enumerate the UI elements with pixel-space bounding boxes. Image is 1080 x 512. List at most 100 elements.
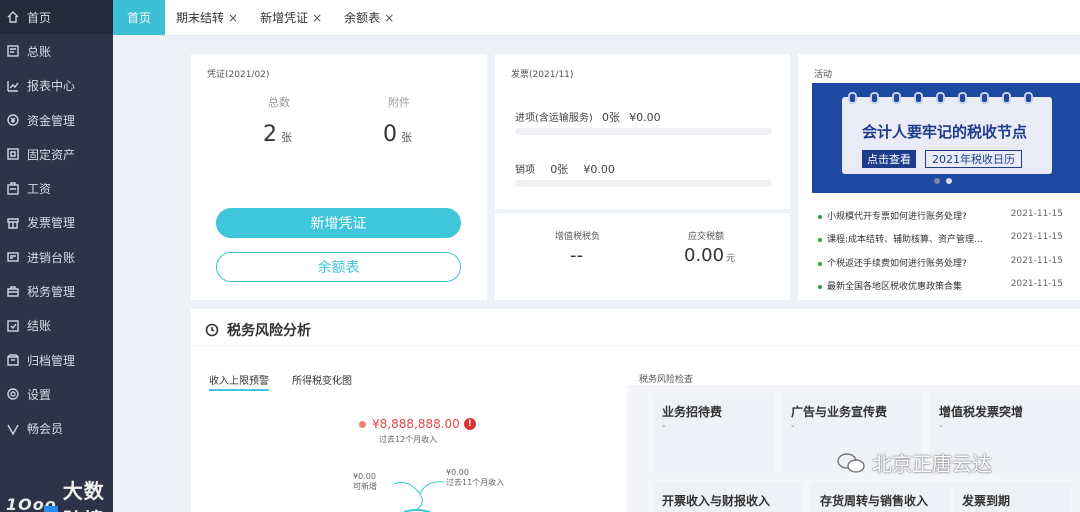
revenue-gauge-chart: [393, 481, 445, 512]
invoice-input-label: 进项(含运输服务): [515, 113, 593, 124]
tab-home[interactable]: 首页: [113, 0, 166, 35]
tab-new-voucher[interactable]: 新增凭证 ×: [249, 0, 333, 35]
invoice-input-amount: ¥0.00: [629, 111, 661, 124]
sidebar-item-home[interactable]: 首页: [0, 0, 113, 35]
invoice-icon: [5, 215, 21, 231]
close-icon[interactable]: ×: [312, 11, 322, 25]
tab-bar: 首页 期末结转 × 新增凭证 × 余额表 ×: [113, 0, 1080, 36]
activity-title: 活动: [814, 70, 833, 80]
news-text: 小规模代开专票如何进行账务处理?: [827, 212, 967, 222]
new-voucher-button[interactable]: 新增凭证: [216, 208, 461, 238]
risk-check-card[interactable]: 开票收入与财报收入: [653, 482, 803, 512]
salary-icon: [5, 181, 21, 197]
calendar-ring-icon: [1002, 92, 1011, 104]
invoice-output-row: 销项 0张 ¥0.00: [515, 161, 615, 177]
tax-risk-header: 税务风险分析: [205, 320, 311, 340]
sidebar-accent: [44, 506, 58, 512]
news-item[interactable]: 小规模代开专票如何进行账务处理? 2021-11-15: [818, 209, 1073, 222]
revenue-limit-amount: ¥8,888,888.00: [372, 417, 460, 431]
risk-check-title: 广告与业务宣传费: [791, 405, 888, 419]
invoice-output-bar: [515, 180, 772, 187]
banner-calendar-button[interactable]: 2021年税收日历: [925, 150, 1022, 168]
sidebar-item-label: 税务管理: [27, 285, 76, 300]
news-item[interactable]: 课程:成本结转、辅助核算、资产管理... 2021-11-15: [818, 232, 1073, 245]
sidebar-item-assets[interactable]: 固定资产: [0, 137, 113, 171]
tab-balance-sheet[interactable]: 余额表 ×: [333, 0, 405, 35]
activity-banner[interactable]: 会计人要牢记的税收节点 点击查看 2021年税收日历: [812, 83, 1080, 193]
tab-label: 新增凭证: [260, 11, 309, 25]
tax-risk-title: 税务风险分析: [227, 323, 311, 339]
carousel-dot-active[interactable]: [934, 178, 940, 184]
tax-payable-label: 应交税额: [688, 232, 725, 242]
calendar-ring-icon: [892, 92, 901, 104]
calendar-ring-icon: [1024, 92, 1033, 104]
tax-icon: [5, 284, 21, 300]
voucher-attach-label: 附件: [388, 96, 410, 109]
sidebar-item-label: 归档管理: [27, 353, 76, 368]
sidebar-item-salary[interactable]: 工资: [0, 171, 113, 205]
sidebar-item-invoices[interactable]: 发票管理: [0, 206, 113, 240]
news-text: 最新全国各地区税收优惠政策合集: [827, 282, 963, 292]
sidebar-item-inventory[interactable]: 进销台账: [0, 240, 113, 274]
risk-check-card[interactable]: 发票到期: [953, 482, 1071, 512]
voucher-attach-value: 0: [383, 122, 397, 147]
vat-burden-label: 增值税税负: [555, 232, 601, 242]
invoice-output-label: 销项: [515, 165, 535, 176]
brand-logo: 1Ooo 大数跨境: [6, 475, 113, 512]
closing-icon: [5, 318, 21, 334]
sidebar-item-archive[interactable]: 归档管理: [0, 343, 113, 377]
sidebar-item-settings[interactable]: 设置: [0, 377, 113, 411]
banner-view-button[interactable]: 点击查看: [862, 150, 916, 168]
risk-check-card[interactable]: 业务招待费 -: [653, 393, 774, 473]
risk-check-title: 存货周转与销售收入: [820, 494, 929, 508]
tab-period-end[interactable]: 期末结转 ×: [165, 0, 249, 35]
wechat-icon: [837, 452, 865, 473]
sidebar-item-funds[interactable]: 资金管理: [0, 103, 113, 137]
carousel-dot[interactable]: [946, 178, 952, 184]
tax-payable-value: 0.00: [684, 245, 725, 266]
sidebar-item-reports[interactable]: 报表中心: [0, 69, 113, 103]
warning-icon: !: [463, 418, 476, 430]
tax-risk-check-title: 税务风险检查: [639, 375, 694, 385]
calendar-ring-icon: [870, 92, 879, 104]
news-text: 个税返还手续费如何进行账务处理?: [827, 259, 967, 269]
tab-label: 期末结转: [176, 11, 225, 25]
invoice-input-row: 进项(含运输服务) 0张 ¥0.00: [515, 109, 661, 125]
sidebar-item-label: 设置: [27, 387, 52, 402]
close-icon[interactable]: ×: [228, 11, 238, 25]
calendar-ring-icon: [848, 92, 857, 104]
news-item[interactable]: 最新全国各地区税收优惠政策合集 2021-11-15: [818, 279, 1073, 292]
close-icon[interactable]: ×: [384, 11, 394, 25]
invoice-input-bar: [515, 128, 772, 135]
risk-check-value: -: [939, 421, 943, 432]
sidebar-item-label: 首页: [27, 10, 52, 25]
balance-sheet-button[interactable]: 余额表: [216, 252, 461, 282]
sidebar-item-label: 固定资产: [27, 147, 76, 162]
voucher-total-unit: 张: [281, 131, 292, 144]
tab-income-tax-chart[interactable]: 所得税变化图: [292, 372, 352, 387]
watermark: 北京正唐云达: [836, 448, 992, 477]
sidebar-item-vip[interactable]: 畅会员: [0, 412, 113, 446]
tab-revenue-limit[interactable]: 收入上限预警: [209, 372, 269, 391]
invoice-output-count: 0张: [550, 163, 569, 176]
voucher-total-label: 总数: [268, 96, 290, 109]
ledger-icon: [5, 43, 21, 59]
available-label: 可新增: [353, 482, 377, 491]
home-icon: [5, 9, 21, 25]
chart-icon: [5, 78, 21, 94]
news-item[interactable]: 个税返还手续费如何进行账务处理? 2021-11-15: [818, 256, 1073, 269]
calendar-ring-icon: [914, 92, 923, 104]
sidebar-item-closing[interactable]: 结账: [0, 309, 113, 343]
clock-icon: [205, 323, 219, 337]
voucher-total-value: 2: [263, 122, 277, 147]
risk-check-title: 业务招待费: [662, 405, 723, 419]
sidebar-item-ledger[interactable]: 总账: [0, 34, 113, 68]
past-income-amount: ¥0.00: [446, 468, 469, 477]
risk-check-card[interactable]: 存货周转与销售收入: [811, 482, 951, 512]
watermark-text: 北京正唐云达: [872, 452, 992, 476]
sidebar-item-tax[interactable]: 税务管理: [0, 274, 113, 308]
sidebar-item-label: 发票管理: [27, 216, 76, 231]
archive-icon: [5, 352, 21, 368]
invoice-title: 发票(2021/11): [511, 70, 574, 80]
past-income-note: ¥0.00 过去11个月收入: [446, 468, 504, 488]
